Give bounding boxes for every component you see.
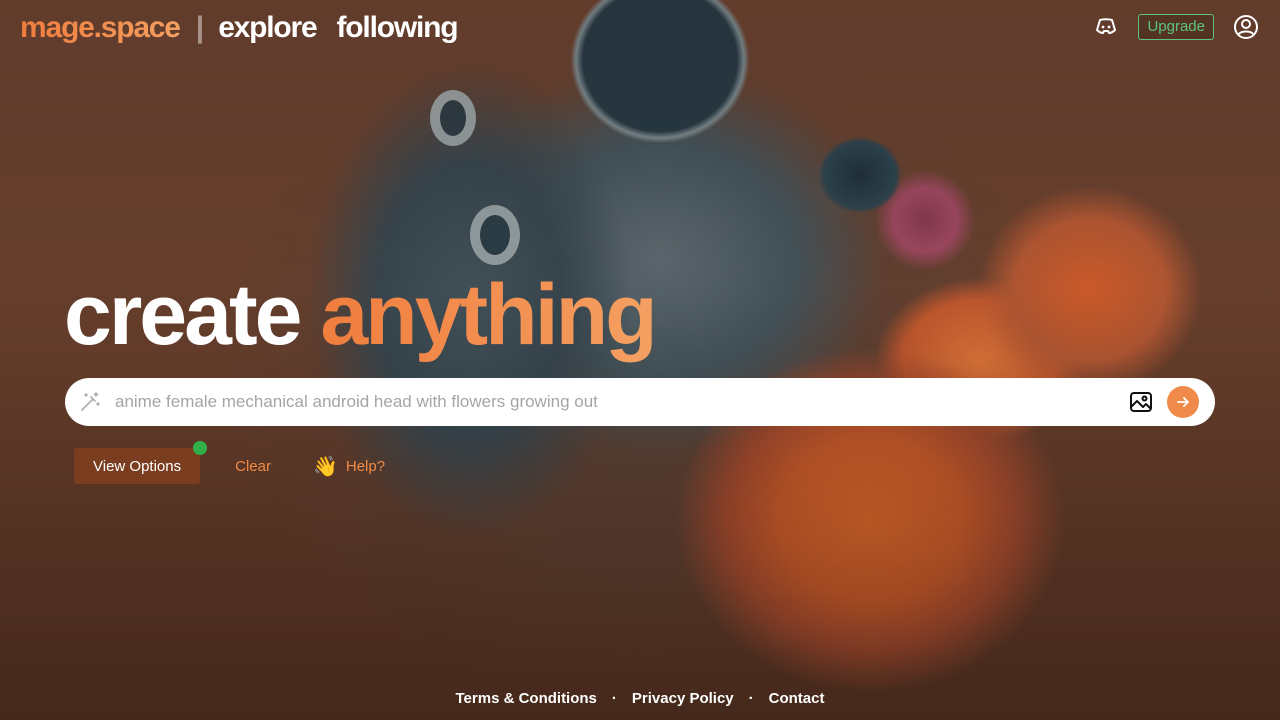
waving-hand-icon: 👋 <box>312 455 338 478</box>
prompt-bar <box>65 378 1215 426</box>
footer-separator: · <box>611 690 617 707</box>
footer-separator: · <box>748 690 754 707</box>
nav-separator: | <box>195 11 205 44</box>
machine-part <box>430 90 476 146</box>
magic-wand-icon[interactable] <box>79 391 101 413</box>
image-upload-icon[interactable] <box>1127 388 1155 416</box>
header-actions: Upgrade <box>1092 13 1260 41</box>
logo[interactable]: mage.space <box>20 11 181 45</box>
nav-following[interactable]: following <box>337 11 459 45</box>
notification-dot <box>193 441 208 455</box>
nav-explore[interactable]: explore <box>218 11 318 45</box>
machine-part <box>470 205 520 265</box>
view-options-label: View Options <box>93 457 182 475</box>
footer-contact-link[interactable]: Contact <box>769 690 825 707</box>
view-options-button[interactable]: View Options <box>74 441 208 484</box>
clear-button[interactable]: Clear <box>235 458 271 475</box>
footer: Terms & Conditions · Privacy Policy · Co… <box>0 690 1280 707</box>
hero-heading: create anything <box>64 267 658 363</box>
prompt-options: View Options Clear 👋 Help? <box>74 441 385 484</box>
arrow-right-icon <box>1177 397 1189 407</box>
footer-terms-link[interactable]: Terms & Conditions <box>456 690 597 707</box>
prompt-input[interactable] <box>115 382 1127 422</box>
account-icon[interactable] <box>1232 13 1260 41</box>
help-button[interactable]: 👋 Help? <box>313 454 385 479</box>
help-label: Help? <box>345 457 386 475</box>
upgrade-button[interactable]: Upgrade <box>1138 14 1214 40</box>
hero-word-create: create <box>64 267 302 363</box>
discord-icon[interactable] <box>1092 13 1120 41</box>
generate-button[interactable] <box>1167 386 1199 418</box>
hero-word-anything: anything <box>320 267 657 363</box>
footer-privacy-link[interactable]: Privacy Policy <box>632 690 734 707</box>
top-nav: mage.space | explore following Upgrade <box>0 0 1280 56</box>
